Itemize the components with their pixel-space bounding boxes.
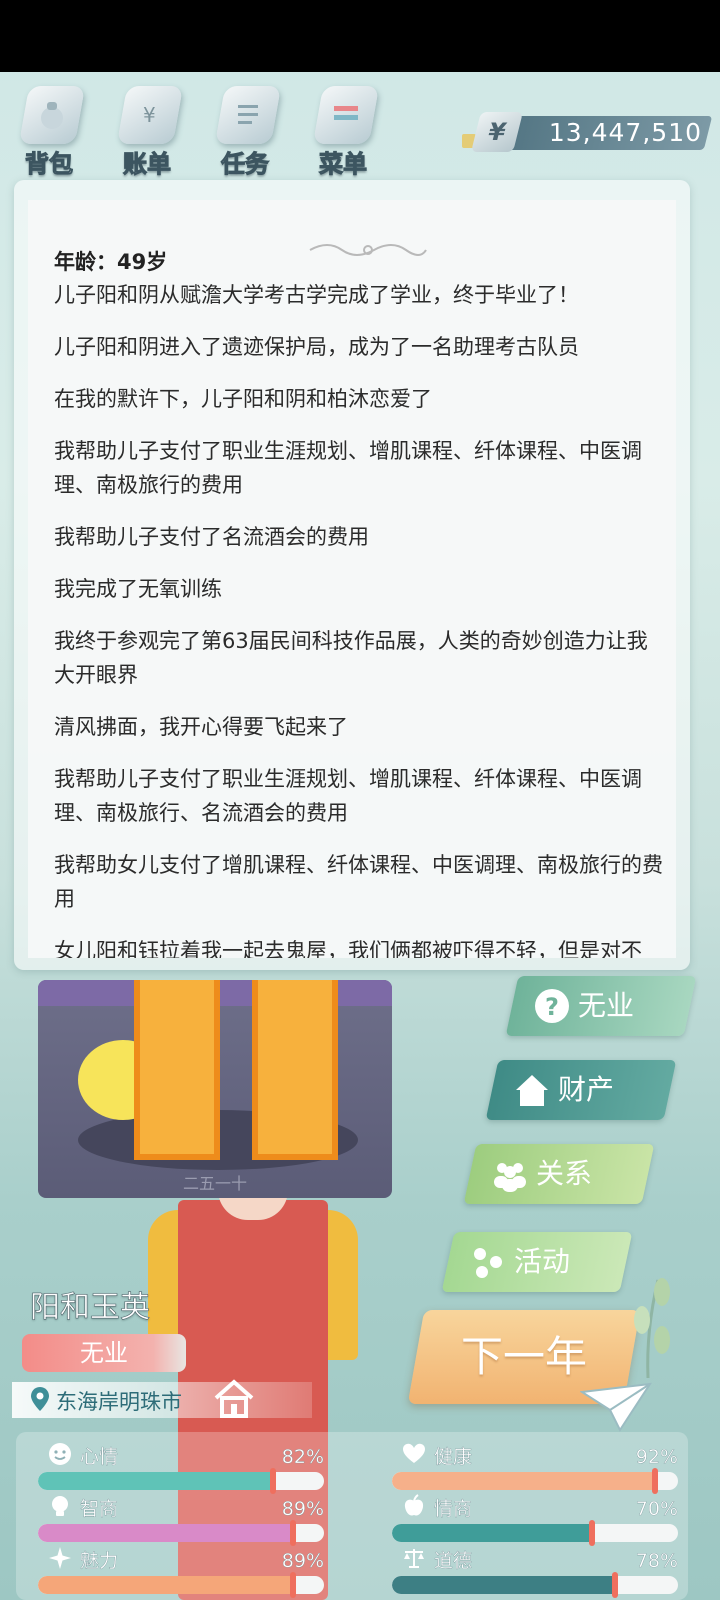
- photo-leg-left: [134, 980, 220, 1160]
- job-badge: 无业: [22, 1334, 186, 1372]
- stat-value: 78%: [635, 1550, 679, 1572]
- stat-fill: [38, 1472, 273, 1490]
- stat-name: 心情: [80, 1446, 119, 1468]
- stat-knob: [269, 1468, 276, 1494]
- stat-eq: 情商 70%: [392, 1494, 678, 1546]
- stat-knob: [289, 1572, 296, 1598]
- home-icon[interactable]: [212, 1376, 256, 1420]
- bill-label: 账单: [123, 150, 172, 179]
- backpack-glyph: [41, 102, 63, 129]
- paper-plane-icon: [580, 1382, 652, 1432]
- house-icon: [516, 1075, 548, 1106]
- activities-button-label: 活动: [514, 1245, 571, 1278]
- relations-button-label: 关系: [536, 1157, 593, 1190]
- svg-text:?: ?: [545, 993, 559, 1021]
- menu-button[interactable]: 菜单: [298, 80, 388, 180]
- relations-button[interactable]: 关系: [463, 1144, 655, 1204]
- task-button[interactable]: 任务: [200, 80, 290, 180]
- stat-value: 89%: [281, 1550, 325, 1572]
- task-glyph: [238, 105, 258, 124]
- stat-fill: [392, 1576, 616, 1594]
- stat-knob: [652, 1468, 659, 1494]
- smile-icon: [49, 1443, 71, 1465]
- location-pin-icon: [31, 1387, 49, 1411]
- stat-fill: [392, 1472, 656, 1490]
- stat-iq: 智商 89%: [38, 1494, 324, 1546]
- log-entry: 儿子阳和阴进入了遗迹保护局，成为了一名助理考古队员: [54, 335, 579, 359]
- stat-track: [38, 1472, 324, 1490]
- stat-knob: [589, 1520, 596, 1546]
- bill-glyph: ¥: [143, 103, 156, 127]
- svg-text:¥: ¥: [143, 103, 156, 127]
- stat-name: 健康: [434, 1446, 473, 1468]
- photo-leg-right: [252, 980, 338, 1160]
- stat-mood: 心情 82%: [38, 1442, 324, 1494]
- backpack-button[interactable]: 背包: [4, 80, 94, 180]
- log-entry: 我帮助女儿支付了增肌课程、纤体课程、中医调理、南极旅行的费用: [54, 853, 663, 911]
- stat-value: 92%: [635, 1446, 679, 1468]
- sparkle-icon: [49, 1547, 71, 1569]
- stat-name: 情商: [434, 1498, 473, 1520]
- question-icon: ?: [535, 989, 569, 1023]
- event-log-list: 儿子阳和阴从赋澹大学考古学完成了学业，终于毕业了！ 儿子阳和阴进入了遗迹保护局，…: [54, 278, 664, 958]
- stat-track: [392, 1576, 678, 1594]
- stat-value: 82%: [281, 1446, 325, 1468]
- scales-icon: [404, 1549, 424, 1568]
- menu-label: 菜单: [319, 150, 368, 179]
- stat-morality: 道德 78%: [392, 1546, 678, 1598]
- task-label: 任务: [221, 150, 270, 179]
- log-entry: 我帮助儿子支付了职业生涯规划、增肌课程、纤体课程、中医调理、南极旅行、名流酒会的…: [54, 767, 642, 825]
- stat-name: 智商: [80, 1498, 119, 1520]
- backpack-label: 背包: [25, 150, 74, 179]
- stat-name: 道德: [434, 1550, 473, 1572]
- log-entry: 儿子阳和阴从赋澹大学考古学完成了学业，终于毕业了！: [54, 283, 579, 307]
- stat-track: [38, 1576, 324, 1594]
- age-label: 年龄：49岁: [54, 250, 168, 274]
- people-icon: [494, 1163, 526, 1192]
- status-bar: [0, 0, 720, 72]
- stats-panel: 心情 82% 健康 92% 智商 89% 情商 70% 魅力 89% 道德 78…: [16, 1432, 688, 1600]
- bill-button[interactable]: ¥ 账单: [102, 80, 192, 180]
- location-text: 东海岸明珠市: [56, 1390, 182, 1414]
- assets-button[interactable]: 财产: [485, 1060, 677, 1120]
- stat-health: 健康 92%: [392, 1442, 678, 1494]
- photo-caption: 二五一十: [182, 1174, 247, 1193]
- stat-fill: [392, 1524, 593, 1542]
- event-log-scroll[interactable]: 年龄：49岁 儿子阳和阴从赋澹大学考古学完成了学业，终于毕业了！ 儿子阳和阴进入…: [28, 200, 676, 958]
- stat-track: [392, 1524, 678, 1542]
- flourish-ornament: [309, 244, 427, 256]
- log-entry: 女儿阳和钰拉着我一起去鬼屋，我们俩都被吓得不轻，但是对不起，下次还敢去: [54, 939, 642, 958]
- job-button-label: 无业: [578, 989, 635, 1022]
- stat-fill: [38, 1524, 293, 1542]
- job-button[interactable]: ? 无业: [505, 976, 697, 1036]
- assets-button-label: 财产: [558, 1073, 615, 1106]
- log-entry: 在我的默许下，儿子阳和阴和柏沐恋爱了: [54, 387, 432, 411]
- money-display: ¥ 13,447,510: [462, 112, 713, 152]
- stat-value: 89%: [281, 1498, 325, 1520]
- stat-knob: [612, 1572, 619, 1598]
- stat-name: 魅力: [80, 1550, 119, 1572]
- stat-fill: [38, 1576, 293, 1594]
- apple-icon: [404, 1494, 424, 1516]
- money-amount: 13,447,510: [548, 118, 702, 147]
- stat-charm: 魅力 89%: [38, 1546, 324, 1598]
- event-photo: 二五一十: [38, 980, 392, 1198]
- log-entry: 我帮助儿子支付了职业生涯规划、增肌课程、纤体课程、中医调理、南极旅行的费用: [54, 439, 642, 497]
- activities-button[interactable]: 活动: [441, 1232, 633, 1292]
- event-log-panel[interactable]: 年龄：49岁 儿子阳和阴从赋澹大学考古学完成了学业，终于毕业了！ 儿子阳和阴进入…: [14, 180, 690, 970]
- activity-dots-icon: [474, 1248, 502, 1278]
- leaves-decoration: [634, 1278, 670, 1379]
- menu-glyph: [334, 106, 358, 120]
- stat-track: [392, 1472, 678, 1490]
- stat-track: [38, 1524, 324, 1542]
- character-name: 阳和玉英: [30, 1290, 151, 1326]
- bulb-icon: [52, 1496, 68, 1516]
- heart-icon: [403, 1443, 425, 1463]
- log-entry: 我终于参观完了第63届民间科技作品展，人类的奇妙创造力让我大开眼界: [54, 629, 648, 687]
- log-entry: 我帮助儿子支付了名流酒会的费用: [54, 525, 369, 549]
- log-entry: 清风拂面，我开心得要飞起来了: [54, 715, 348, 739]
- log-entry: 我完成了无氧训练: [54, 577, 222, 601]
- stat-value: 70%: [635, 1498, 679, 1520]
- stat-knob: [289, 1520, 296, 1546]
